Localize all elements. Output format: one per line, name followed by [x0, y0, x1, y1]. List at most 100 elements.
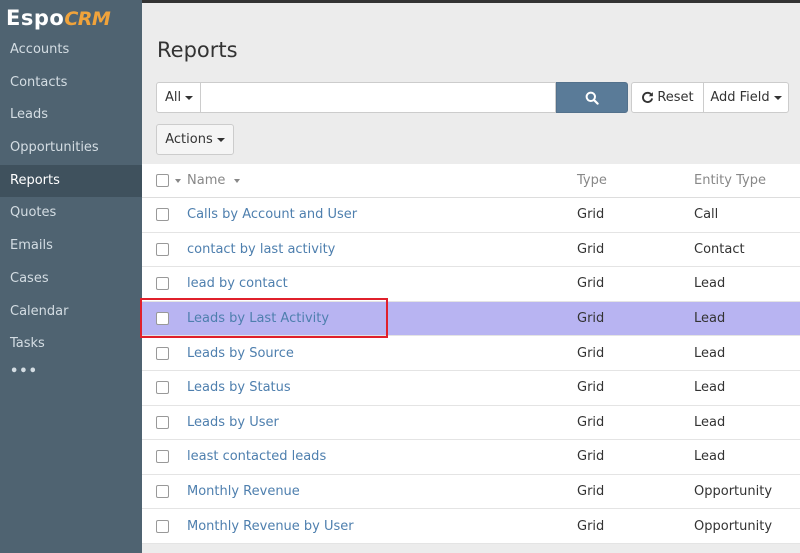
report-entity-type: Lead: [694, 414, 726, 430]
row-checkbox[interactable]: [156, 312, 169, 326]
row-check-cell: [142, 242, 187, 256]
row-check-cell: [142, 277, 187, 291]
report-name-link[interactable]: Monthly Revenue by User: [187, 519, 577, 534]
sidebar-item-quotes[interactable]: Quotes: [0, 197, 142, 230]
sidebar-item-calendar[interactable]: Calendar: [0, 296, 142, 329]
actions-button[interactable]: Actions: [156, 124, 234, 155]
row-checkbox[interactable]: [156, 450, 169, 464]
row-checkbox[interactable]: [156, 519, 169, 533]
logo-accent-text: CRM: [64, 8, 111, 30]
report-entity-type: Lead: [694, 449, 726, 465]
reset-button[interactable]: Reset: [631, 82, 704, 113]
column-header-type[interactable]: Type: [577, 173, 694, 188]
report-name-link[interactable]: least contacted leads: [187, 449, 577, 464]
row-checkbox[interactable]: [156, 415, 169, 429]
sidebar-item-accounts[interactable]: Accounts: [0, 34, 142, 67]
row-checkbox[interactable]: [156, 208, 169, 222]
sidebar-item-opportunities[interactable]: Opportunities: [0, 132, 142, 165]
report-name-link[interactable]: Monthly Revenue: [187, 484, 577, 499]
table-row: Monthly Revenue Grid Opportunity: [142, 475, 800, 510]
espocrm-logo[interactable]: EspoCRM: [0, 0, 142, 34]
row-checkbox[interactable]: [156, 277, 169, 291]
sidebar-item-cases[interactable]: Cases: [0, 263, 142, 296]
report-name-link[interactable]: Calls by Account and User: [187, 207, 577, 222]
column-header-entity-type[interactable]: Entity Type: [694, 173, 800, 188]
row-check-cell: [142, 346, 187, 360]
table-row: lead by contact Grid Lead: [142, 267, 800, 302]
search-icon: [585, 91, 599, 105]
report-name-link[interactable]: Leads by User: [187, 415, 577, 430]
report-type: Grid: [577, 380, 605, 396]
main-content: Reports All Reset Add Field Actions Name…: [142, 3, 800, 553]
report-entity-type: Lead: [694, 311, 726, 327]
table-row: Monthly Revenue by User Grid Opportunity: [142, 509, 800, 544]
row-checkbox[interactable]: [156, 381, 169, 395]
report-type: Grid: [577, 414, 605, 430]
report-entity-type: Contact: [694, 241, 745, 257]
row-check-cell: [142, 208, 187, 222]
report-type: Grid: [577, 484, 605, 500]
report-name-link[interactable]: Leads by Status: [187, 380, 577, 395]
report-type: Grid: [577, 311, 605, 327]
chevron-down-icon: [216, 137, 225, 142]
actions-label: Actions: [165, 132, 213, 147]
sidebar-more-button[interactable]: •••: [0, 361, 142, 383]
report-type: Grid: [577, 241, 605, 257]
row-check-cell: [142, 450, 187, 464]
chevron-down-icon: [185, 95, 194, 100]
sidebar: EspoCRM Accounts Contacts Leads Opportun…: [0, 0, 142, 553]
sidebar-item-contacts[interactable]: Contacts: [0, 67, 142, 100]
report-entity-type: Call: [694, 207, 719, 223]
report-name-link[interactable]: lead by contact: [187, 276, 577, 291]
sidebar-item-leads[interactable]: Leads: [0, 99, 142, 132]
table-header: Name Type Entity Type: [142, 164, 800, 198]
column-header-name[interactable]: Name: [187, 173, 577, 188]
report-entity-type: Lead: [694, 345, 726, 361]
sidebar-item-reports[interactable]: Reports: [0, 164, 142, 198]
table-row-highlighted: Leads by Last Activity Grid Lead: [142, 301, 800, 337]
sidebar-item-emails[interactable]: Emails: [0, 230, 142, 263]
report-type: Grid: [577, 449, 605, 465]
row-checkbox[interactable]: [156, 485, 169, 499]
table-row: Leads by Status Grid Lead: [142, 371, 800, 406]
sort-icon: [233, 178, 240, 183]
filter-dropdown-label: All: [165, 90, 182, 105]
table-row: least contacted leads Grid Lead: [142, 440, 800, 475]
search-input[interactable]: [201, 82, 556, 113]
sidebar-item-tasks[interactable]: Tasks: [0, 328, 142, 361]
report-entity-type: Opportunity: [694, 484, 773, 500]
column-header-name-label: Name: [187, 173, 226, 188]
table-row: contact by last activity Grid Contact: [142, 233, 800, 268]
add-field-label: Add Field: [710, 90, 770, 105]
chevron-down-icon[interactable]: [175, 178, 181, 183]
add-field-button[interactable]: Add Field: [703, 82, 789, 113]
report-entity-type: Opportunity: [694, 518, 773, 534]
search-button[interactable]: [556, 82, 628, 113]
table-row: Leads by Source Grid Lead: [142, 336, 800, 371]
report-type: Grid: [577, 276, 605, 292]
report-name-link[interactable]: Leads by Source: [187, 346, 577, 361]
row-check-cell: [142, 381, 187, 395]
reports-table: Name Type Entity Type Calls by Account a…: [142, 164, 800, 544]
report-entity-type: Lead: [694, 276, 726, 292]
report-type: Grid: [577, 345, 605, 361]
row-checkbox[interactable]: [156, 346, 169, 360]
select-all-checkbox[interactable]: [156, 174, 169, 187]
report-name-link[interactable]: contact by last activity: [187, 242, 577, 257]
table-row: Calls by Account and User Grid Call: [142, 198, 800, 233]
row-check-cell: [142, 485, 187, 499]
row-checkbox[interactable]: [156, 242, 169, 256]
table-row: Leads by User Grid Lead: [142, 406, 800, 441]
logo-main-text: Espo: [6, 6, 65, 30]
select-all-cell: [142, 174, 187, 187]
refresh-icon: [642, 91, 654, 103]
filter-dropdown-button[interactable]: All: [156, 82, 201, 113]
row-check-cell: [142, 312, 187, 326]
search-bar: All: [156, 82, 628, 113]
report-type: Grid: [577, 518, 605, 534]
report-name-link[interactable]: Leads by Last Activity: [187, 311, 577, 326]
page-title: Reports: [157, 38, 238, 62]
row-check-cell: [142, 415, 187, 429]
row-check-cell: [142, 519, 187, 533]
report-type: Grid: [577, 207, 605, 223]
